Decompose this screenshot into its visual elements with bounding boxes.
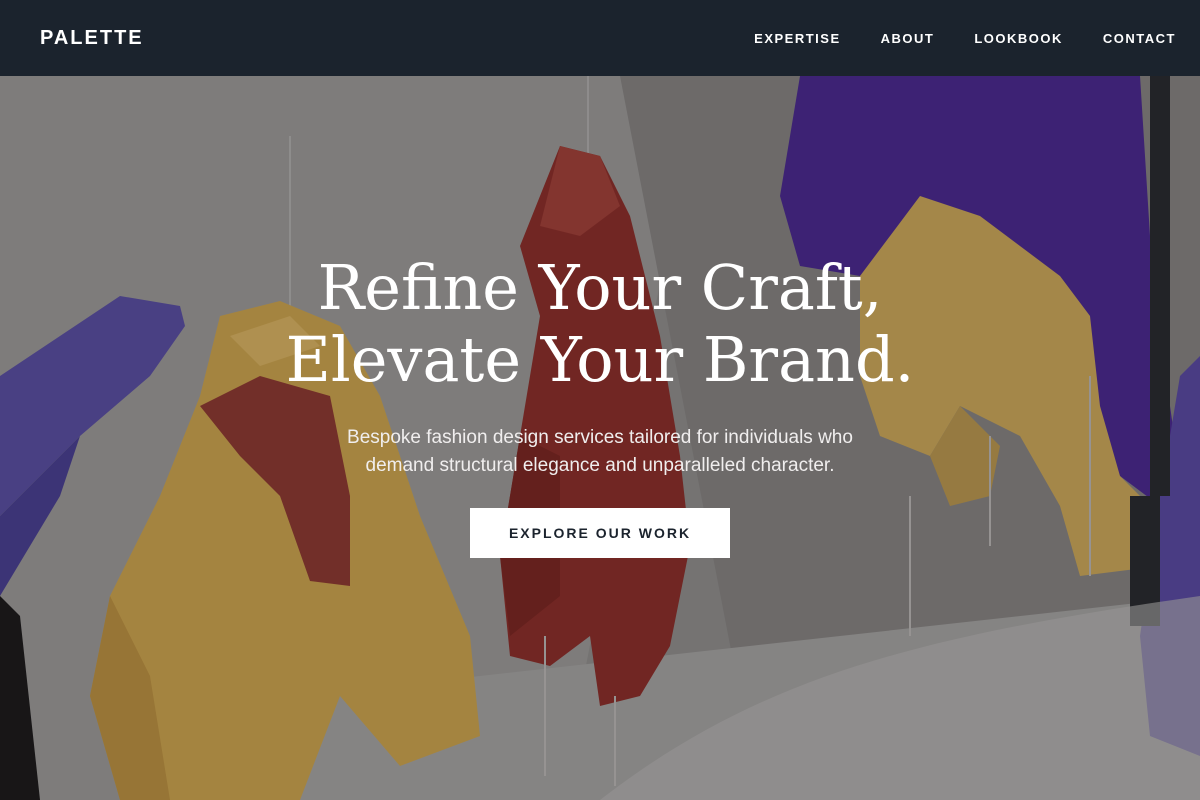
top-navbar: PALETTE EXPERTISE ABOUT LOOKBOOK CONTACT <box>0 0 1200 76</box>
hero-subtitle-line-1: Bespoke fashion design services tailored… <box>347 427 853 448</box>
main-nav: EXPERTISE ABOUT LOOKBOOK CONTACT <box>754 31 1176 46</box>
hero-subtitle: Bespoke fashion design services tailored… <box>280 424 920 480</box>
hero-headline-line-1: Refine Your Craft, <box>317 251 883 324</box>
hero-headline-line-2: Elevate Your Brand. <box>285 323 915 396</box>
hero-subtitle-line-2: demand structural elegance and unparalle… <box>365 455 835 476</box>
hero-section: Refine Your Craft, Elevate Your Brand. B… <box>0 76 1200 800</box>
hero-headline: Refine Your Craft, Elevate Your Brand. <box>0 252 1200 396</box>
hero-content: Refine Your Craft, Elevate Your Brand. B… <box>0 252 1200 558</box>
nav-link-about[interactable]: ABOUT <box>881 31 935 46</box>
nav-link-contact[interactable]: CONTACT <box>1103 31 1176 46</box>
brand-logo[interactable]: PALETTE <box>40 27 144 50</box>
nav-link-lookbook[interactable]: LOOKBOOK <box>974 31 1063 46</box>
nav-link-expertise[interactable]: EXPERTISE <box>754 31 840 46</box>
explore-work-button[interactable]: EXPLORE OUR WORK <box>470 508 730 558</box>
